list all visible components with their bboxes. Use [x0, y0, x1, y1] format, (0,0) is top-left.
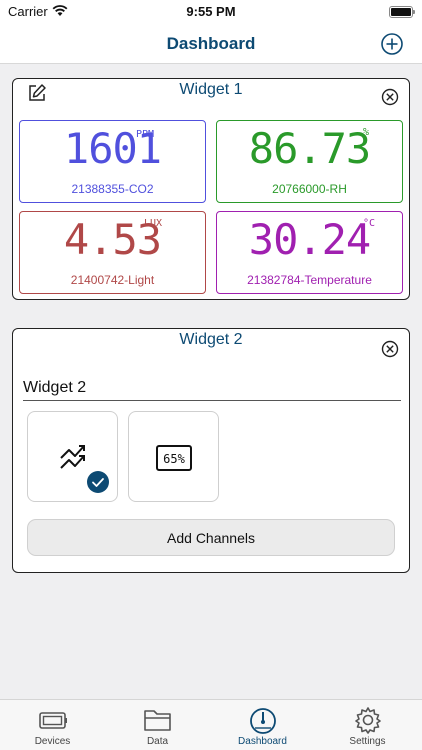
tab-label: Dashboard: [238, 736, 287, 747]
sensor-tile-temperature[interactable]: 30.24 °C 21382784-Temperature: [216, 211, 403, 294]
sensor-unit: LUX: [144, 218, 163, 229]
status-bar: Carrier 9:55 PM: [0, 0, 422, 24]
sensor-tile-light[interactable]: 4.53 LUX 21400742-Light: [19, 211, 206, 294]
sensor-label: 21382784-Temperature: [247, 273, 372, 287]
plus-circle-icon[interactable]: [380, 32, 404, 56]
sensor-unit: PPM: [136, 129, 155, 140]
widget-title: Widget 2: [179, 331, 243, 348]
sensor-unit: %: [363, 127, 370, 138]
chart-line-icon: [60, 445, 85, 469]
sensor-label: 20766000-RH: [272, 182, 347, 196]
sensor-unit: °C: [363, 218, 376, 229]
gear-icon: [355, 707, 381, 734]
sensor-tile-rh[interactable]: 86.73 % 20766000-RH: [216, 120, 403, 203]
sensor-value: 4.53: [63, 215, 162, 264]
tab-settings[interactable]: Settings: [315, 700, 420, 750]
widget-title: Widget 1: [179, 81, 243, 98]
widget-type-chart[interactable]: [27, 411, 118, 502]
tab-devices[interactable]: Devices: [0, 700, 105, 750]
sensor-value: 86.73: [248, 124, 371, 173]
close-icon[interactable]: [381, 340, 399, 358]
close-icon[interactable]: [381, 88, 399, 106]
selected-check-icon: [87, 471, 109, 493]
percent-display-icon: 65%: [156, 445, 192, 471]
widget-card-2: Widget 2 65% Add Channels: [12, 328, 410, 573]
display-text: 65%: [163, 452, 185, 466]
tab-bar: Devices Data Dashboard Settings: [0, 699, 422, 750]
tab-dashboard[interactable]: Dashboard: [210, 700, 315, 750]
add-channels-button[interactable]: Add Channels: [27, 519, 395, 556]
widget-card-1: Widget 1 1601 PPM 21388355-CO2 86.73 % 2…: [12, 78, 410, 300]
tab-label: Data: [146, 736, 169, 747]
device-icon: [39, 712, 67, 729]
sensor-value: 1601: [63, 124, 162, 173]
nav-bar: Dashboard: [0, 24, 422, 64]
tab-data[interactable]: Data: [105, 700, 210, 750]
tab-label: Settings: [349, 736, 386, 747]
sensor-label: 21400742-Light: [70, 273, 155, 287]
clock: 9:55 PM: [186, 4, 236, 19]
widget-type-display[interactable]: 65%: [128, 411, 219, 502]
folder-icon: [144, 710, 171, 731]
sensor-tile-co2[interactable]: 1601 PPM 21388355-CO2: [19, 120, 206, 203]
battery-icon: [389, 6, 415, 18]
tab-label: Devices: [34, 736, 71, 747]
page-title: Dashboard: [166, 34, 256, 53]
sensor-label: 21388355-CO2: [71, 182, 154, 196]
widget-name-input[interactable]: [23, 375, 401, 401]
gauge-icon: [250, 708, 276, 734]
